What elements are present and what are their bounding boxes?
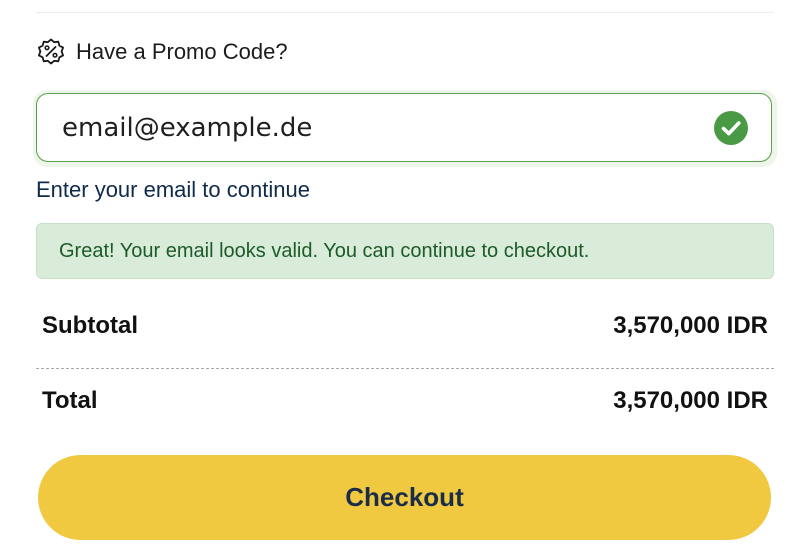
email-helper-text: Enter your email to continue <box>36 177 310 202</box>
subtotal-row: Subtotal 3,570,000 IDR <box>42 308 768 344</box>
total-row: Total 3,570,000 IDR <box>42 383 768 419</box>
total-value: 3,570,000 IDR <box>613 387 768 414</box>
promo-code-toggle[interactable]: Have a Promo Code? <box>36 36 288 68</box>
email-input[interactable] <box>37 106 714 149</box>
checkout-summary-page: Have a Promo Code? Enter your email to c… <box>0 0 802 550</box>
email-field[interactable] <box>36 93 772 162</box>
email-valid-alert: Great! Your email looks valid. You can c… <box>36 223 774 279</box>
check-circle-icon <box>714 110 748 145</box>
summary-divider <box>36 368 774 369</box>
promo-code-label: Have a Promo Code? <box>76 39 288 64</box>
top-divider <box>36 12 774 13</box>
email-valid-message: Great! Your email looks valid. You can c… <box>59 239 590 262</box>
percent-badge-icon <box>36 37 66 67</box>
total-label: Total <box>42 387 98 414</box>
checkout-button[interactable]: Checkout <box>38 455 771 540</box>
subtotal-label: Subtotal <box>42 312 138 339</box>
subtotal-value: 3,570,000 IDR <box>613 312 768 339</box>
